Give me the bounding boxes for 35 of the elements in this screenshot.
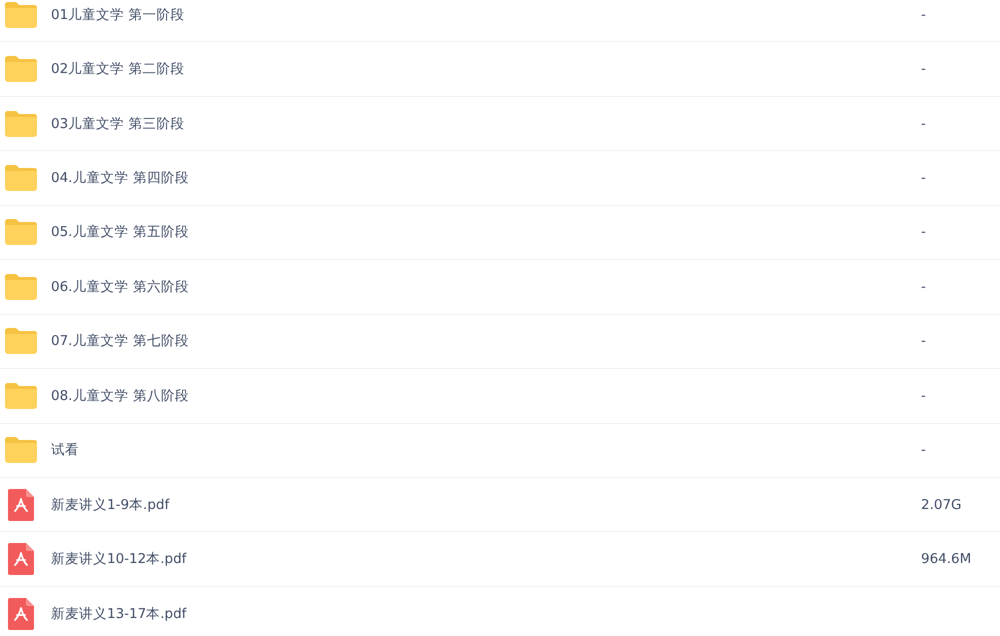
pdf-icon — [8, 543, 34, 576]
pdf-icon — [8, 598, 34, 630]
file-name[interactable]: 新麦讲义13-17本.pdf — [51, 604, 186, 623]
folder-icon — [5, 437, 37, 464]
file-size: - — [921, 278, 926, 295]
file-size: - — [921, 333, 926, 350]
file-size: - — [921, 388, 926, 404]
file-size: - — [921, 116, 926, 132]
file-name[interactable]: 04.儿童文学 第四阶段 — [51, 169, 189, 188]
file-size: - — [921, 61, 926, 78]
folder-icon — [5, 56, 37, 82]
file-name[interactable]: 07.儿童文学 第七阶段 — [51, 332, 189, 350]
file-name[interactable]: 新麦讲义10-12本.pdf — [51, 550, 186, 568]
folder-icon — [5, 110, 37, 137]
file-name[interactable]: 05.儿童文学 第五阶段 — [51, 223, 189, 242]
file-size: 2.07G — [921, 496, 962, 513]
file-name[interactable]: 08.儿童文学 第八阶段 — [51, 386, 189, 405]
folder-icon — [5, 165, 37, 192]
file-size: - — [921, 6, 926, 23]
folder-icon — [5, 219, 37, 246]
file-name[interactable]: 02儿童文学 第二阶段 — [51, 60, 184, 78]
pdf-icon — [8, 488, 34, 521]
file-size: 964.6M — [921, 551, 972, 568]
file-name[interactable]: 试看 — [51, 441, 79, 460]
file-size: - — [921, 170, 926, 186]
folder-icon — [5, 274, 37, 300]
file-name[interactable]: 01儿童文学 第一阶段 — [51, 6, 184, 24]
file-name[interactable]: 新麦讲义1-9本.pdf — [51, 496, 170, 514]
file-size: - — [921, 224, 926, 240]
folder-icon — [5, 382, 37, 409]
folder-icon — [5, 2, 37, 28]
file-name[interactable]: 03儿童文学 第三阶段 — [51, 114, 184, 133]
file-size: - — [921, 442, 926, 458]
folder-icon — [5, 328, 37, 354]
file-name[interactable]: 06.儿童文学 第六阶段 — [51, 278, 189, 296]
